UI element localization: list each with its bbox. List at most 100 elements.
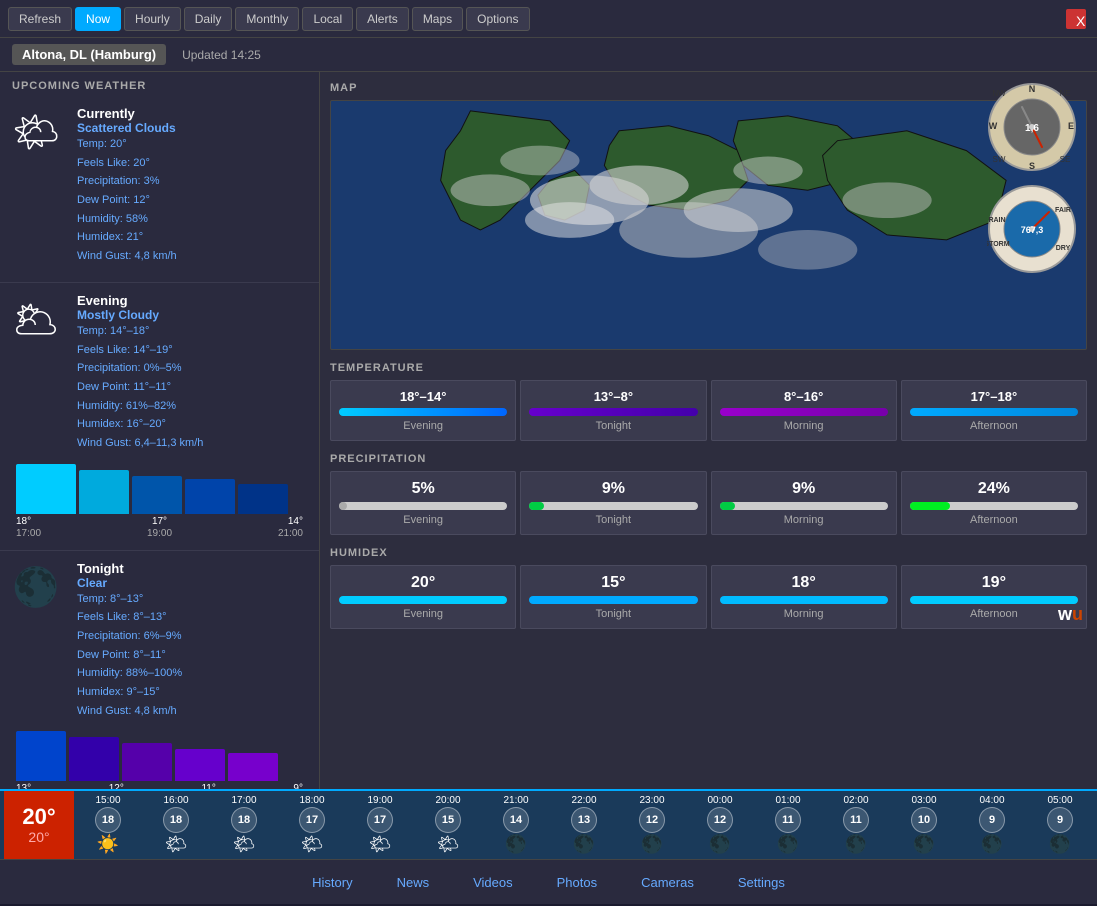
hourly-icon: 🌑 [777, 834, 799, 855]
humidex-tonight-val: 15° [529, 574, 697, 592]
hourly-icon: 🌑 [913, 834, 935, 855]
hourly-badge: 10 [911, 807, 937, 833]
precip-morning-pct: 9% [720, 480, 888, 498]
hourly-badge: 12 [639, 807, 665, 833]
hourly-icon: 🌑 [641, 834, 663, 855]
precip-tonight-pct: 9% [529, 480, 697, 498]
right-panel: MAP [320, 72, 1097, 789]
tab-news[interactable]: News [385, 867, 442, 898]
hourly-icon: 🌤 [165, 834, 188, 855]
tab-videos[interactable]: Videos [461, 867, 525, 898]
precip-afternoon-fill [910, 502, 950, 510]
evening-title: Evening [77, 293, 203, 308]
local-button[interactable]: Local [302, 7, 353, 31]
humidex-tonight-period: Tonight [529, 608, 697, 620]
barometer-widget: RAIN FAIR STORM DRY 767,3 [987, 184, 1077, 274]
hourly-badge: 18 [163, 807, 189, 833]
hourly-icon: 🌑 [573, 834, 595, 855]
hourly-time: 00:00 [707, 795, 732, 806]
wu-logo-w: w [1058, 604, 1072, 625]
compass-widget: N NE E SE S SW W NW 1,6 [987, 82, 1077, 172]
temp-evening-period: Evening [339, 420, 507, 432]
temp-tonight-period: Tonight [529, 420, 697, 432]
temp-tonight-bar [529, 408, 697, 416]
humidex-evening-bar [339, 596, 507, 604]
hourly-badge: 11 [775, 807, 801, 833]
hourly-item: 05:00 9 🌑 [1026, 793, 1093, 857]
location-tag[interactable]: Altona, DL (Hamburg) [12, 44, 166, 65]
map-svg [331, 101, 1086, 349]
bottom-tabs: History News Videos Photos Cameras Setti… [0, 859, 1097, 904]
tonight-title: Tonight [77, 561, 182, 576]
precip-tonight-cell: 9% Tonight [520, 471, 706, 535]
tonight-card: 🌑 Tonight Clear Temp: 8°–13° Feels Like:… [0, 551, 319, 789]
close-button[interactable]: X [1066, 9, 1086, 29]
evening-details: Temp: 14°–18° Feels Like: 14°–19° Precip… [77, 322, 203, 453]
hourly-item: 20:00 15 🌤 [414, 793, 482, 857]
monthly-button[interactable]: Monthly [235, 7, 299, 31]
currently-icon: 🌤 [12, 106, 67, 161]
hourly-icon: 🌤 [369, 834, 392, 855]
now-button[interactable]: Now [75, 7, 121, 31]
options-button[interactable]: Options [466, 7, 529, 31]
humidex-morning-val: 18° [720, 574, 888, 592]
hourly-badge: 9 [1047, 807, 1073, 833]
daily-button[interactable]: Daily [184, 7, 233, 31]
tab-cameras[interactable]: Cameras [629, 867, 706, 898]
hourly-icon: 🌑 [505, 834, 527, 855]
left-panel: UPCOMING WEATHER 🌤 Currently Scattered C… [0, 72, 320, 789]
temp-afternoon-period: Afternoon [910, 420, 1078, 432]
temp-evening-bar [339, 408, 507, 416]
map-container[interactable] [330, 100, 1087, 350]
hourly-strip: 20° 20° 15:00 18 ☀️ 16:00 18 🌤 17:00 18 … [0, 789, 1097, 859]
hourly-button[interactable]: Hourly [124, 7, 181, 31]
tonight-details: Temp: 8°–13° Feels Like: 8°–13° Precipit… [77, 590, 182, 721]
hourly-icon: 🌑 [709, 834, 731, 855]
hourly-badge: 11 [843, 807, 869, 833]
precip-afternoon-bar [910, 502, 1078, 510]
temp-morning-cell: 8°–16° Morning [711, 380, 897, 441]
temp-tonight-cell: 13°–8° Tonight [520, 380, 706, 441]
humidex-evening-period: Evening [339, 608, 507, 620]
top-nav: Refresh Now Hourly Daily Monthly Local A… [0, 0, 1097, 38]
svg-text:DRY: DRY [1056, 245, 1071, 252]
hourly-icon: 🌑 [1049, 834, 1071, 855]
tab-photos[interactable]: Photos [545, 867, 609, 898]
hourly-icon: 🌑 [845, 834, 867, 855]
current-temp-display: 20° 20° [4, 790, 74, 859]
svg-text:SW: SW [993, 155, 1006, 164]
temp-morning-range: 8°–16° [720, 389, 888, 404]
alerts-button[interactable]: Alerts [356, 7, 409, 31]
hourly-time: 22:00 [571, 795, 596, 806]
temp-afternoon-bar [910, 408, 1078, 416]
tonight-icon: 🌑 [12, 561, 67, 616]
hourly-item: 01:00 11 🌑 [754, 793, 822, 857]
hourly-time: 17:00 [231, 795, 256, 806]
barometer-svg: RAIN FAIR STORM DRY 767,3 [987, 184, 1077, 274]
hourly-item: 04:00 9 🌑 [958, 793, 1026, 857]
precip-tonight-period: Tonight [529, 514, 697, 526]
precip-morning-cell: 9% Morning [711, 471, 897, 535]
wu-logo-u: u [1072, 604, 1083, 625]
precip-evening-period: Evening [339, 514, 507, 526]
hourly-icon: 🌤 [233, 834, 256, 855]
tab-settings[interactable]: Settings [726, 867, 797, 898]
chart-bar [16, 731, 66, 781]
humidex-morning-period: Morning [720, 608, 888, 620]
hourly-time: 02:00 [843, 795, 868, 806]
tab-history[interactable]: History [300, 867, 364, 898]
chart-time: 21:00 [278, 528, 303, 539]
humidex-morning-bar [720, 596, 888, 604]
chart-bar [122, 743, 172, 781]
hourly-badge: 12 [707, 807, 733, 833]
evening-card: 🌥 Evening Mostly Cloudy Temp: 14°–18° Fe… [0, 283, 319, 551]
precipitation-title: PRECIPITATION [330, 453, 1087, 465]
precip-tonight-fill [529, 502, 544, 510]
wu-logo: wu [1058, 604, 1083, 625]
hourly-time: 05:00 [1047, 795, 1072, 806]
refresh-button[interactable]: Refresh [8, 7, 72, 31]
precip-evening-pct: 5% [339, 480, 507, 498]
svg-text:SE: SE [1060, 155, 1071, 164]
maps-button[interactable]: Maps [412, 7, 463, 31]
chart-time: 19:00 [147, 528, 172, 539]
